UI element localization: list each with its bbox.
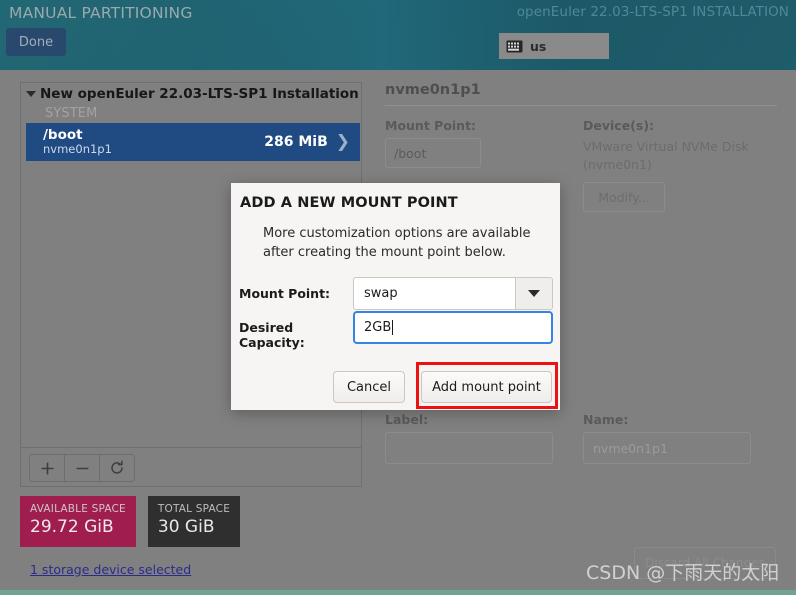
partition-toolbar bbox=[21, 447, 361, 486]
dialog-capacity-label: Desired Capacity: bbox=[239, 320, 305, 350]
modify-devices-button[interactable]: Modify... bbox=[583, 182, 665, 213]
dialog-capacity-label-wrap: Desired Capacity: bbox=[239, 320, 349, 350]
modify-button-label: Modify... bbox=[598, 189, 650, 205]
page-title: MANUAL PARTITIONING bbox=[9, 4, 193, 22]
details-lower-row: Label: Name: nvme0n1p1 bbox=[385, 412, 777, 464]
mount-point-input[interactable]: /boot bbox=[385, 138, 481, 168]
dialog-capacity-input[interactable]: 2GB bbox=[353, 311, 553, 344]
available-space-tile: AVAILABLE SPACE 29.72 GiB bbox=[20, 496, 136, 548]
total-space-tile: TOTAL SPACE 30 GiB bbox=[147, 496, 241, 548]
installation-group-header[interactable]: New openEuler 22.03-LTS-SP1 Installation bbox=[21, 83, 361, 103]
add-partition-button[interactable] bbox=[30, 455, 65, 481]
partition-mount-point: /boot bbox=[43, 126, 83, 143]
name-field-label: Name: bbox=[583, 412, 629, 427]
dialog-cancel-label: Cancel bbox=[346, 379, 392, 395]
app-header: MANUAL PARTITIONING openEuler 22.03-LTS-… bbox=[0, 0, 796, 70]
dialog-mount-point-value: swap bbox=[364, 286, 398, 301]
minus-icon bbox=[76, 467, 88, 469]
chevron-down-glyph bbox=[528, 290, 540, 297]
partition-size: 286 MiB bbox=[264, 134, 328, 150]
partition-row-meta: 286 MiB ❯ bbox=[264, 131, 360, 152]
dialog-cancel-button[interactable]: Cancel bbox=[333, 371, 405, 403]
keyboard-layout-indicator[interactable]: us bbox=[499, 33, 609, 59]
chevron-down-icon[interactable] bbox=[515, 278, 552, 309]
bottom-accent-rule bbox=[0, 590, 796, 595]
refresh-icon bbox=[111, 460, 123, 474]
partition-toolbar-group bbox=[29, 454, 135, 482]
devices-value: VMware Virtual NVMe Disk (nvme0n1) bbox=[583, 139, 749, 173]
dialog-title: ADD A NEW MOUNT POINT bbox=[240, 195, 458, 211]
installation-group: New openEuler 22.03-LTS-SP1 Installation… bbox=[21, 83, 361, 161]
remove-partition-button[interactable] bbox=[65, 455, 100, 481]
dialog-add-label: Add mount point bbox=[432, 379, 541, 395]
details-column-right: Device(s): VMware Virtual NVMe Disk (nvm… bbox=[583, 118, 773, 213]
space-summary: AVAILABLE SPACE 29.72 GiB TOTAL SPACE 30… bbox=[20, 496, 241, 548]
mount-point-label: Mount Point: bbox=[385, 118, 477, 133]
dialog-mount-point-label-wrap: Mount Point: bbox=[239, 286, 349, 301]
discard-all-changes-button[interactable]: Discard All Changes bbox=[634, 547, 776, 579]
discard-button-label: Discard All Changes bbox=[645, 556, 765, 570]
done-button-label: Done bbox=[18, 34, 54, 50]
total-space-label: TOTAL SPACE bbox=[157, 503, 231, 515]
available-space-value: 29.72 GiB bbox=[30, 517, 114, 538]
mount-point-value: /boot bbox=[394, 145, 427, 161]
storage-device-link[interactable]: 1 storage device selected bbox=[30, 562, 191, 577]
details-divider bbox=[385, 105, 777, 106]
devices-label: Device(s): bbox=[583, 118, 655, 133]
dialog-description: More customization options are available… bbox=[263, 226, 531, 260]
partition-device-name: nvme0n1p1 bbox=[43, 142, 112, 157]
dialog-mount-point-combo[interactable]: swap bbox=[353, 277, 553, 310]
plus-icon bbox=[41, 462, 53, 474]
name-input-value: nvme0n1p1 bbox=[593, 440, 668, 456]
partition-row-boot[interactable]: /boot nvme0n1p1 286 MiB ❯ bbox=[26, 123, 360, 161]
partition-row-info: /boot nvme0n1p1 bbox=[26, 126, 112, 157]
text-caret bbox=[392, 320, 394, 335]
done-button[interactable]: Done bbox=[6, 28, 66, 56]
label-field-label: Label: bbox=[385, 412, 429, 427]
dialog-mount-point-label: Mount Point: bbox=[239, 286, 331, 301]
installation-group-title: New openEuler 22.03-LTS-SP1 Installation bbox=[40, 86, 359, 102]
installer-screen: MANUAL PARTITIONING openEuler 22.03-LTS-… bbox=[0, 0, 796, 595]
triangle-down-icon[interactable] bbox=[26, 91, 36, 97]
available-space-label: AVAILABLE SPACE bbox=[30, 503, 126, 515]
dialog-capacity-value: 2GB bbox=[364, 320, 392, 335]
total-space-value: 30 GiB bbox=[157, 517, 215, 538]
keyboard-layout-label: us bbox=[530, 38, 547, 54]
label-input[interactable] bbox=[385, 432, 553, 464]
name-input[interactable]: nvme0n1p1 bbox=[583, 432, 751, 464]
keyboard-icon bbox=[506, 40, 523, 52]
system-section-label: SYSTEM bbox=[45, 106, 98, 121]
label-field-group: Label: bbox=[385, 412, 583, 464]
chevron-right-icon: ❯ bbox=[335, 131, 350, 152]
name-field-group: Name: nvme0n1p1 bbox=[583, 412, 773, 464]
dialog-add-mount-point-button[interactable]: Add mount point bbox=[421, 371, 552, 403]
product-title: openEuler 22.03-LTS-SP1 INSTALLATION bbox=[516, 4, 789, 20]
details-title: nvme0n1p1 bbox=[385, 82, 481, 98]
refresh-partitions-button[interactable] bbox=[100, 455, 134, 481]
